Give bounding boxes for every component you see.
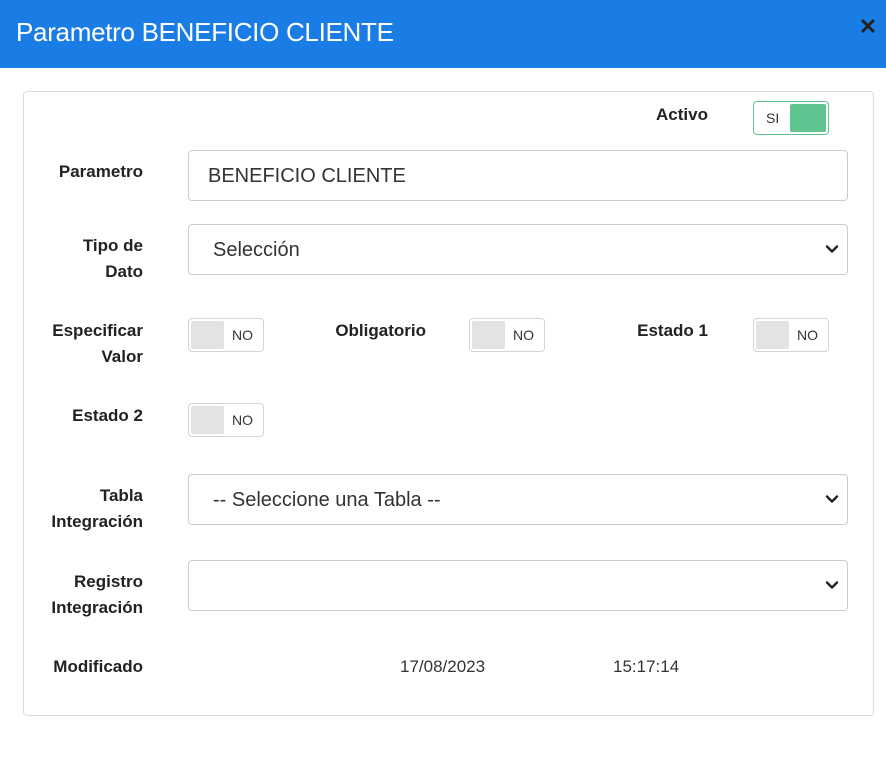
- registro-integracion-label-line1: Registro: [74, 572, 143, 591]
- toggle-state: NO: [232, 412, 253, 428]
- toggle-knob: [191, 406, 224, 434]
- tabla-integracion-label-line2: Integración: [51, 512, 143, 531]
- obligatorio-label: Obligatorio: [335, 321, 426, 340]
- registro-integracion-label-line2: Integración: [51, 598, 143, 617]
- toggle-knob: [191, 321, 224, 349]
- parametro-input[interactable]: BENEFICIO CLIENTE: [188, 150, 848, 201]
- tipo-dato-select[interactable]: Selección: [188, 224, 848, 275]
- tabla-integracion-value: -- Seleccione una Tabla --: [213, 489, 441, 511]
- toggle-state: SI: [766, 110, 780, 126]
- tipo-dato-label-line1: Tipo de: [82, 236, 143, 255]
- toggle-knob: [756, 321, 789, 349]
- modificado-date: 17/08/2023: [400, 657, 486, 676]
- especificar-valor-label-line1: Especificar: [52, 321, 143, 340]
- chevron-down-icon: [825, 245, 839, 253]
- chevron-down-icon: [825, 495, 839, 503]
- tabla-integracion-label: Tabla Integración: [30, 483, 143, 535]
- toggle-state: NO: [513, 327, 534, 343]
- parametro-label: Parametro: [58, 162, 143, 181]
- toggle-knob: [472, 321, 505, 349]
- toggle-state: NO: [232, 327, 253, 343]
- tipo-dato-label-line2: Dato: [105, 262, 143, 281]
- estado1-label: Estado 1: [637, 321, 708, 340]
- tabla-integracion-label-line1: Tabla: [99, 486, 143, 505]
- registro-integracion-select[interactable]: [188, 560, 848, 611]
- toggle-knob: [790, 104, 826, 132]
- especificar-valor-label: Especificar Valor: [30, 318, 143, 370]
- modificado-label: Modificado: [53, 657, 143, 676]
- obligatorio-toggle[interactable]: NO: [469, 318, 545, 352]
- estado2-label: Estado 2: [72, 406, 143, 425]
- modificado-time: 15:17:14: [613, 657, 680, 676]
- activo-toggle[interactable]: SI: [753, 101, 829, 135]
- toggle-state: NO: [797, 327, 818, 343]
- chevron-down-icon: [825, 581, 839, 589]
- estado2-toggle[interactable]: NO: [188, 403, 264, 437]
- tipo-dato-value: Selección: [213, 239, 300, 261]
- dialog-header: Parametro BENEFICIO CLIENTE ✕: [0, 0, 886, 68]
- especificar-valor-toggle[interactable]: NO: [188, 318, 264, 352]
- especificar-valor-label-line2: Valor: [101, 347, 143, 366]
- parametro-value: BENEFICIO CLIENTE: [208, 165, 406, 187]
- close-icon[interactable]: ✕: [858, 14, 878, 40]
- dialog-title: Parametro BENEFICIO CLIENTE: [16, 17, 394, 47]
- estado1-toggle[interactable]: NO: [753, 318, 829, 352]
- registro-integracion-label: Registro Integración: [30, 569, 143, 621]
- tabla-integracion-select[interactable]: -- Seleccione una Tabla --: [188, 474, 848, 525]
- tipo-dato-label: Tipo de Dato: [30, 233, 143, 285]
- activo-label: Activo: [656, 105, 708, 124]
